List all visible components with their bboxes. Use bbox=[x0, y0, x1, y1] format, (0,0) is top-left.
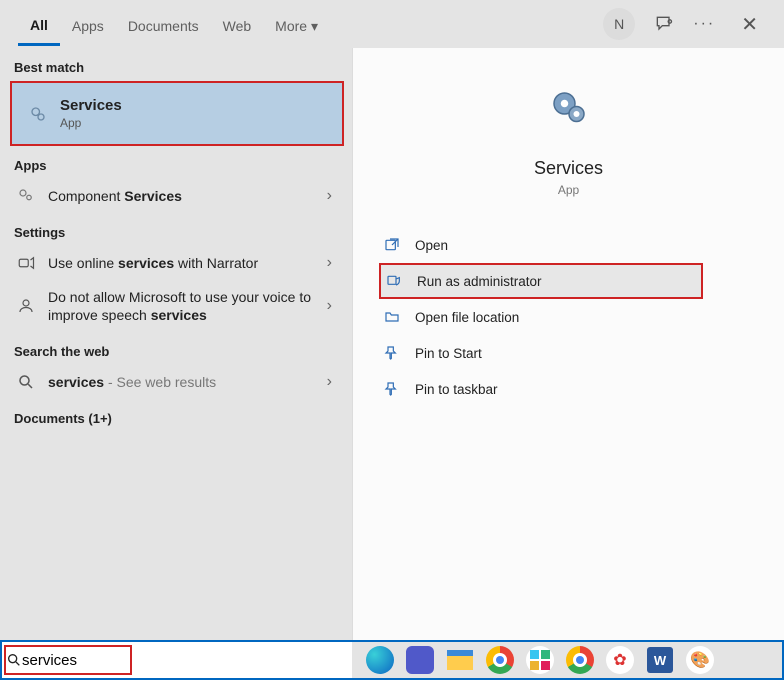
search-box[interactable] bbox=[2, 642, 352, 678]
label-best-match: Best match bbox=[0, 48, 352, 81]
action-pin-to-start[interactable]: Pin to Start bbox=[381, 335, 784, 371]
feedback-icon[interactable] bbox=[653, 13, 675, 35]
taskbar-edge-icon[interactable] bbox=[362, 642, 398, 678]
label-settings: Settings bbox=[0, 213, 352, 246]
preview-gear-icon bbox=[353, 68, 784, 148]
more-options-icon[interactable]: ··· bbox=[693, 13, 715, 35]
top-icons: N ··· ✕ bbox=[603, 8, 774, 40]
search-input[interactable] bbox=[22, 652, 221, 669]
chevron-right-icon: › bbox=[321, 297, 338, 315]
action-pin-to-taskbar[interactable]: Pin to taskbar bbox=[381, 371, 784, 407]
tab-web[interactable]: Web bbox=[211, 4, 264, 44]
pin-icon bbox=[381, 381, 403, 397]
taskbar-chrome2-icon[interactable] bbox=[562, 642, 598, 678]
action-open[interactable]: Open bbox=[381, 227, 784, 263]
scope-tabs: All Apps Documents Web More ▾ N ··· ✕ bbox=[0, 0, 784, 48]
speech-icon bbox=[14, 297, 38, 315]
result-narrator-services[interactable]: Use online services with Narrator › bbox=[0, 246, 352, 280]
preview-sub: App bbox=[353, 183, 784, 197]
action-open-file-location[interactable]: Open file location bbox=[381, 299, 784, 335]
taskbar-explorer-icon[interactable] bbox=[442, 642, 478, 678]
narrator-icon bbox=[14, 254, 38, 272]
results-column: Best match Services App Apps Component S… bbox=[0, 48, 352, 640]
best-match-sub: App bbox=[60, 116, 328, 130]
bottom-bar: ✿ W 🎨 bbox=[0, 640, 784, 680]
taskbar: ✿ W 🎨 bbox=[352, 642, 782, 678]
result-best-match[interactable]: Services App bbox=[10, 81, 344, 146]
taskbar-slack-icon[interactable] bbox=[522, 642, 558, 678]
taskbar-teams-icon[interactable] bbox=[402, 642, 438, 678]
folder-icon bbox=[381, 309, 403, 325]
preview-title: Services bbox=[353, 158, 784, 179]
label-documents[interactable]: Documents (1+) bbox=[0, 399, 352, 432]
tab-more[interactable]: More ▾ bbox=[263, 4, 330, 45]
best-match-title: Services bbox=[60, 97, 328, 114]
search-icon bbox=[6, 652, 22, 668]
user-avatar[interactable]: N bbox=[603, 8, 635, 40]
result-component-services[interactable]: Component Services › bbox=[0, 179, 352, 213]
close-button[interactable]: ✕ bbox=[733, 12, 766, 37]
component-services-icon bbox=[14, 187, 38, 205]
action-list: Open Run as administrator Open file loca… bbox=[353, 227, 784, 407]
tab-apps[interactable]: Apps bbox=[60, 4, 116, 44]
pin-icon bbox=[381, 345, 403, 361]
gear-icon bbox=[26, 105, 50, 123]
tab-all[interactable]: All bbox=[18, 3, 60, 46]
chevron-right-icon: › bbox=[321, 254, 338, 272]
preview-panel: Services App Open Run as administrator O… bbox=[352, 48, 784, 640]
main-split: Best match Services App Apps Component S… bbox=[0, 48, 784, 640]
action-run-as-admin[interactable]: Run as administrator bbox=[379, 263, 703, 299]
chevron-right-icon: › bbox=[321, 187, 338, 205]
result-web-search[interactable]: services - See web results › bbox=[0, 365, 352, 399]
chevron-right-icon: › bbox=[321, 373, 338, 391]
taskbar-paint-icon[interactable]: 🎨 bbox=[682, 642, 718, 678]
taskbar-word-icon[interactable]: W bbox=[642, 642, 678, 678]
start-search-flyout: All Apps Documents Web More ▾ N ··· ✕ Be… bbox=[0, 0, 784, 680]
search-icon bbox=[14, 373, 38, 391]
label-apps: Apps bbox=[0, 146, 352, 179]
taskbar-chrome-icon[interactable] bbox=[482, 642, 518, 678]
tab-documents[interactable]: Documents bbox=[116, 4, 211, 44]
taskbar-app-icon[interactable]: ✿ bbox=[602, 642, 638, 678]
admin-shield-icon bbox=[383, 273, 405, 289]
open-icon bbox=[381, 237, 403, 253]
result-speech-services[interactable]: Do not allow Microsoft to use your voice… bbox=[0, 280, 352, 332]
label-search-web: Search the web bbox=[0, 332, 352, 365]
